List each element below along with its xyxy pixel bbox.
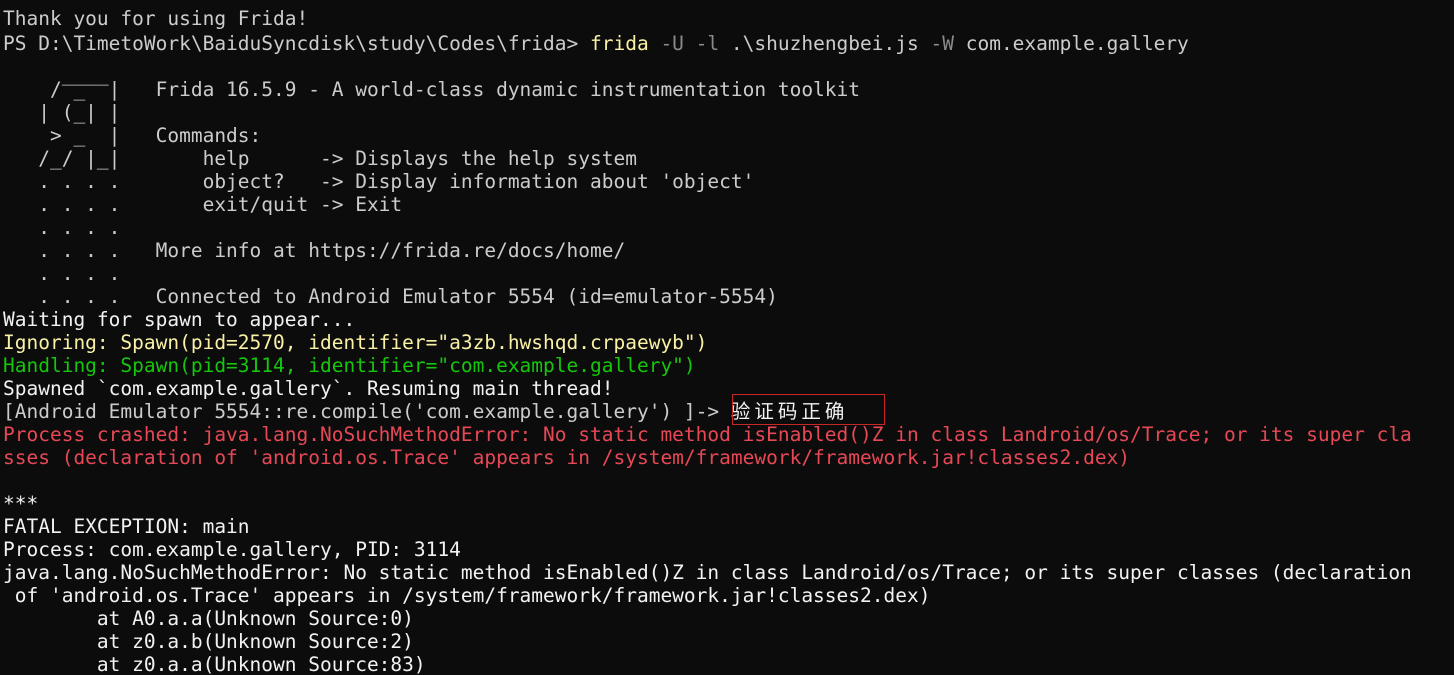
process-line: Process: com.example.gallery, PID: 3114 [3,538,461,561]
banner-line-2: | (_| | [3,101,121,124]
banner-line-6: . . . . exit/quit -> Exit [3,193,403,216]
highlight-box [732,394,885,425]
repl-line: [Android Emulator 5554::re.compile('com.… [3,400,848,423]
ignoring-line: Ignoring: Spawn(pid=2570, identifier="a3… [3,331,708,354]
banner-line-5: . . . . object? -> Display information a… [3,170,755,193]
thank-you-line: Thank you for using Frida! [3,7,309,30]
stack-line-1: at z0.a.b(Unknown Source:2) [3,630,414,653]
stack-line-2: at z0.a.a(Unknown Source:83) [3,653,426,675]
repl-prompt: [Android Emulator 5554::re.compile('com.… [3,400,731,423]
handling-line: Handling: Spawn(pid=3114, identifier="co… [3,354,696,377]
error-line-2: of 'android.os.Trace' appears in /system… [3,584,931,607]
command-flag-u: -U -l [648,32,720,55]
banner-line-4: /_/ |_| help -> Displays the help system [3,147,637,170]
stars-line: *** [3,492,39,515]
prompt-path: PS D:\TimetoWork\BaiduSyncdisk\study\Cod… [3,32,590,55]
command-line: PS D:\TimetoWork\BaiduSyncdisk\study\Cod… [3,32,1189,55]
terminal-window[interactable]: Thank you for using Frida! PS D:\TimetoW… [0,0,1454,675]
error-line-1: java.lang.NoSuchMethodError: No static m… [3,561,1412,584]
waiting-line: Waiting for spawn to appear... [3,308,356,331]
banner-line-10: . . . . Connected to Android Emulator 55… [3,285,778,308]
banner-line-3: > _ | Commands: [3,124,262,147]
command-name: frida [590,32,649,55]
fatal-line: FATAL EXCEPTION: main [3,515,250,538]
stack-line-0: at A0.a.a(Unknown Source:0) [3,607,414,630]
banner-line-9: . . . . [3,262,121,285]
spawned-line: Spawned `com.example.gallery`. Resuming … [3,377,614,400]
crash-line-2: sses (declaration of 'android.os.Trace' … [3,446,1131,469]
banner-line-8: . . . . More info at https://frida.re/do… [3,239,626,262]
command-script: .\shuzhengbei.js [719,32,919,55]
command-target: com.example.gallery [953,32,1189,55]
crash-line-1: Process crashed: java.lang.NoSuchMethodE… [3,423,1412,446]
banner-line-1: / _ | Frida 16.5.9 - A world-class dynam… [3,78,861,101]
command-flag-w: -W [918,32,954,55]
banner-line-7: . . . . [3,216,121,239]
